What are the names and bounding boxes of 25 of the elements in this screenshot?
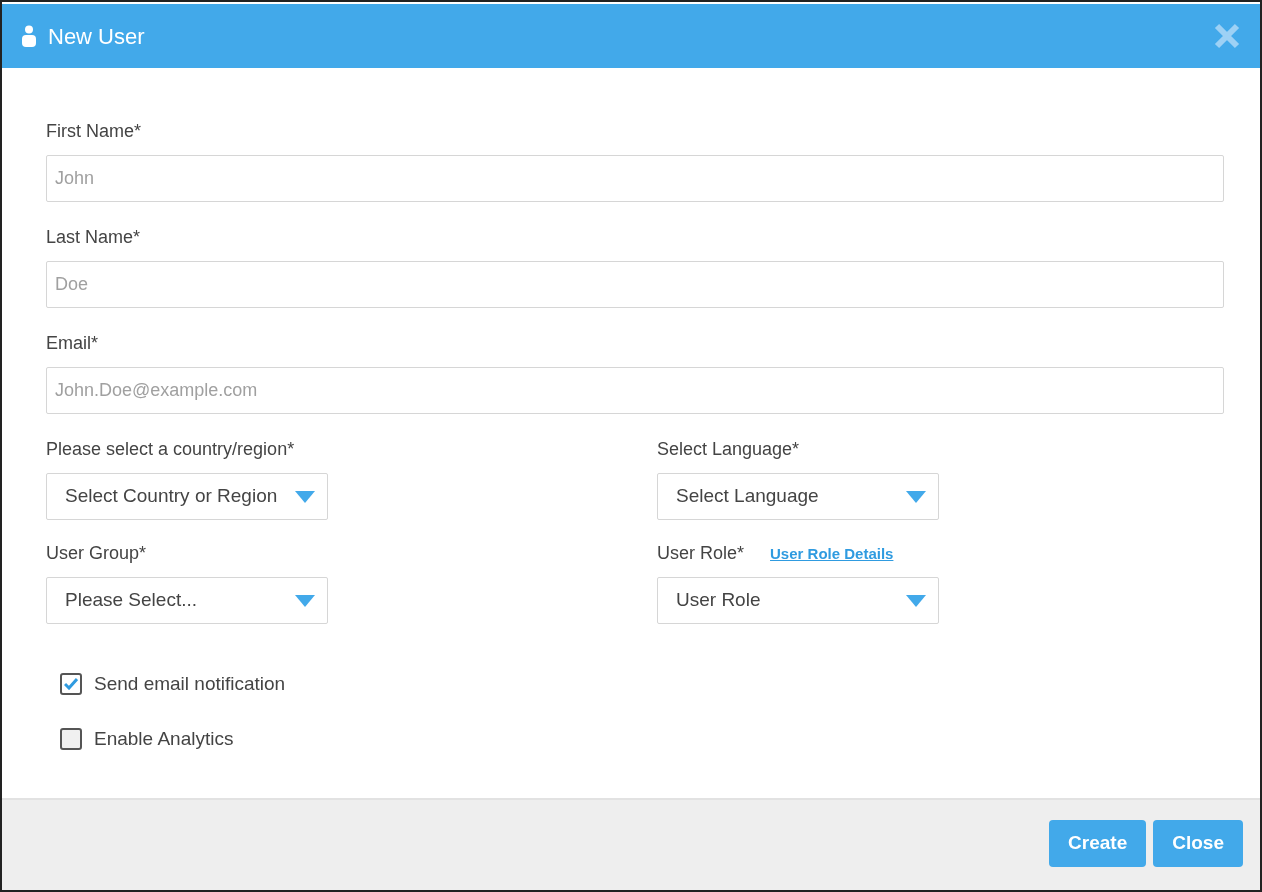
field-label: Please select a country/region*: [46, 438, 295, 461]
dropdown-caret-icon: [906, 490, 926, 503]
dropdown-caret-icon: [295, 490, 315, 503]
input-field[interactable]: John.Doe@example.com: [46, 367, 1224, 414]
check-icon: [64, 678, 78, 691]
dropdown-caret-icon: [295, 594, 315, 607]
checkbox-label: Enable Analytics: [94, 726, 234, 751]
select-field[interactable]: Select Country or Region: [46, 473, 328, 520]
checkbox-label: Send email notification: [94, 672, 286, 696]
dropdown-caret-icon: [906, 594, 926, 607]
user-icon: [22, 25, 36, 47]
field-label: User Role*: [657, 542, 745, 565]
field-label: User Group*: [46, 542, 147, 565]
select-field[interactable]: Select Language: [657, 473, 939, 520]
field-label: Last Name*: [46, 226, 141, 249]
field-label: First Name*: [46, 120, 141, 143]
input-field[interactable]: John: [46, 155, 1224, 202]
dialog-title: New User: [48, 22, 145, 51]
field-label: Select Language*: [657, 438, 800, 461]
checkbox[interactable]: [60, 673, 82, 696]
select-field[interactable]: User Role: [657, 577, 939, 624]
checkbox[interactable]: [60, 727, 82, 750]
field-label: Email*: [46, 332, 98, 355]
input-field[interactable]: Doe: [46, 261, 1224, 308]
select-field[interactable]: Please Select...: [46, 577, 328, 624]
